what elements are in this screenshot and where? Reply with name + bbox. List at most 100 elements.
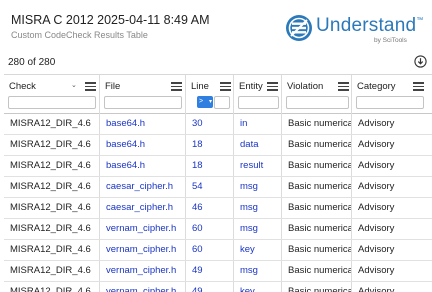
cell-entity-link[interactable]: msg xyxy=(234,219,282,239)
column-label-violation: Violation xyxy=(287,81,324,92)
cell-category: Advisory xyxy=(358,223,395,234)
cell-line-link[interactable]: 18 xyxy=(186,156,234,176)
report-subtitle: Custom CodeCheck Results Table xyxy=(11,30,148,40)
cell-line-link[interactable]: 49 xyxy=(186,282,234,292)
download-icon[interactable] xyxy=(414,55,427,68)
table-row[interactable]: MISRA12_DIR_4.6 vernam_cipher.h 49 key B… xyxy=(4,282,432,292)
cell-line-link[interactable]: 60 xyxy=(186,240,234,260)
logo-wordmark: Understand™ xyxy=(316,15,424,36)
column-menu-icon[interactable] xyxy=(85,82,96,91)
table-row[interactable]: MISRA12_DIR_4.6 base64.h 18 data Basic n… xyxy=(4,135,432,156)
report-header: MISRA C 2012 2025-04-11 8:49 AM Custom C… xyxy=(0,0,432,52)
column-menu-icon[interactable] xyxy=(338,82,349,91)
column-label-category: Category xyxy=(357,81,396,92)
cell-file-link[interactable]: base64.h xyxy=(100,114,186,134)
column-header-entity: Entity xyxy=(234,75,282,114)
cell-category: Advisory xyxy=(358,202,395,213)
column-header-file: File xyxy=(100,75,186,114)
column-label-file: File xyxy=(105,81,121,92)
cell-violation: Basic numerical xyxy=(282,177,352,197)
column-header-category: Category xyxy=(352,75,432,114)
understand-logo: Understand™ by SciTools xyxy=(285,12,425,46)
cell-category: Advisory xyxy=(358,244,395,255)
cell-violation: Basic numerical xyxy=(282,198,352,218)
cell-entity-link[interactable]: key xyxy=(234,282,282,292)
column-header-line: Line > ▾ xyxy=(186,75,234,114)
table-header: Check ⌄ File Line > ▾ Entity Violation C… xyxy=(4,74,432,114)
column-label-entity: Entity xyxy=(239,81,263,92)
cell-line-link[interactable]: 49 xyxy=(186,261,234,281)
cell-file-link[interactable]: vernam_cipher.h xyxy=(100,282,186,292)
understand-logo-icon xyxy=(286,15,312,41)
cell-check: MISRA12_DIR_4.6 xyxy=(4,198,100,218)
cell-violation: Basic numerical xyxy=(282,135,352,155)
cell-entity-link[interactable]: data xyxy=(234,135,282,155)
column-menu-icon[interactable] xyxy=(413,82,424,91)
cell-entity-link[interactable]: msg xyxy=(234,261,282,281)
cell-entity-link[interactable]: msg xyxy=(234,198,282,218)
column-header-violation: Violation xyxy=(282,75,352,114)
cell-category: Advisory xyxy=(358,265,395,276)
column-menu-icon[interactable] xyxy=(267,82,278,91)
cell-file-link[interactable]: vernam_cipher.h xyxy=(100,219,186,239)
cell-entity-link[interactable]: msg xyxy=(234,177,282,197)
cell-entity-link[interactable]: in xyxy=(234,114,282,134)
cell-category: Advisory xyxy=(358,139,395,150)
cell-file-link[interactable]: base64.h xyxy=(100,135,186,155)
cell-violation: Basic numerical xyxy=(282,156,352,176)
filter-input-violation[interactable] xyxy=(286,96,349,109)
cell-file-link[interactable]: vernam_cipher.h xyxy=(100,240,186,260)
cell-line-link[interactable]: 54 xyxy=(186,177,234,197)
column-menu-icon[interactable] xyxy=(220,82,231,91)
table-row[interactable]: MISRA12_DIR_4.6 base64.h 30 in Basic num… xyxy=(4,114,432,135)
cell-check: MISRA12_DIR_4.6 xyxy=(4,135,100,155)
cell-violation: Basic numerical xyxy=(282,114,352,134)
column-label-check: Check xyxy=(9,81,36,92)
table-row[interactable]: MISRA12_DIR_4.6 caesar_cipher.h 54 msg B… xyxy=(4,177,432,198)
sort-chevron-icon[interactable]: ⌄ xyxy=(71,81,77,89)
table-row[interactable]: MISRA12_DIR_4.6 caesar_cipher.h 46 msg B… xyxy=(4,198,432,219)
cell-line-link[interactable]: 60 xyxy=(186,219,234,239)
table-row[interactable]: MISRA12_DIR_4.6 base64.h 18 result Basic… xyxy=(4,156,432,177)
cell-check: MISRA12_DIR_4.6 xyxy=(4,114,100,134)
cell-violation: Basic numerical xyxy=(282,240,352,260)
cell-category: Advisory xyxy=(358,118,395,129)
cell-check: MISRA12_DIR_4.6 xyxy=(4,261,100,281)
cell-category: Advisory xyxy=(358,286,395,292)
table-row[interactable]: MISRA12_DIR_4.6 vernam_cipher.h 49 msg B… xyxy=(4,261,432,282)
cell-check: MISRA12_DIR_4.6 xyxy=(4,240,100,260)
results-count: 280 of 280 xyxy=(8,57,56,68)
cell-violation: Basic numerical xyxy=(282,282,352,292)
filter-input-check[interactable] xyxy=(8,96,96,109)
filter-input-category[interactable] xyxy=(356,96,424,109)
table-row[interactable]: MISRA12_DIR_4.6 vernam_cipher.h 60 msg B… xyxy=(4,219,432,240)
cell-check: MISRA12_DIR_4.6 xyxy=(4,177,100,197)
line-operator-select[interactable]: > ▾ xyxy=(197,96,213,108)
column-header-check: Check ⌄ xyxy=(4,75,100,114)
report-title: MISRA C 2012 2025-04-11 8:49 AM xyxy=(11,13,210,27)
cell-entity-link[interactable]: key xyxy=(234,240,282,260)
cell-violation: Basic numerical xyxy=(282,219,352,239)
cell-violation: Basic numerical xyxy=(282,261,352,281)
filter-input-line[interactable] xyxy=(214,96,230,109)
cell-check: MISRA12_DIR_4.6 xyxy=(4,219,100,239)
cell-line-link[interactable]: 30 xyxy=(186,114,234,134)
cell-file-link[interactable]: vernam_cipher.h xyxy=(100,261,186,281)
cell-check: MISRA12_DIR_4.6 xyxy=(4,282,100,292)
cell-check: MISRA12_DIR_4.6 xyxy=(4,156,100,176)
table-row[interactable]: MISRA12_DIR_4.6 vernam_cipher.h 60 key B… xyxy=(4,240,432,261)
cell-category: Advisory xyxy=(358,181,395,192)
filter-input-file[interactable] xyxy=(104,96,182,109)
cell-line-link[interactable]: 18 xyxy=(186,135,234,155)
cell-line-link[interactable]: 46 xyxy=(186,198,234,218)
results-table: Check ⌄ File Line > ▾ Entity Violation C… xyxy=(4,74,432,292)
cell-file-link[interactable]: caesar_cipher.h xyxy=(100,177,186,197)
filter-input-entity[interactable] xyxy=(238,96,279,109)
cell-file-link[interactable]: base64.h xyxy=(100,156,186,176)
cell-category: Advisory xyxy=(358,160,395,171)
cell-file-link[interactable]: caesar_cipher.h xyxy=(100,198,186,218)
cell-entity-link[interactable]: result xyxy=(234,156,282,176)
column-menu-icon[interactable] xyxy=(171,82,182,91)
logo-byline: by SciTools xyxy=(374,37,407,44)
column-label-line: Line xyxy=(191,81,209,92)
